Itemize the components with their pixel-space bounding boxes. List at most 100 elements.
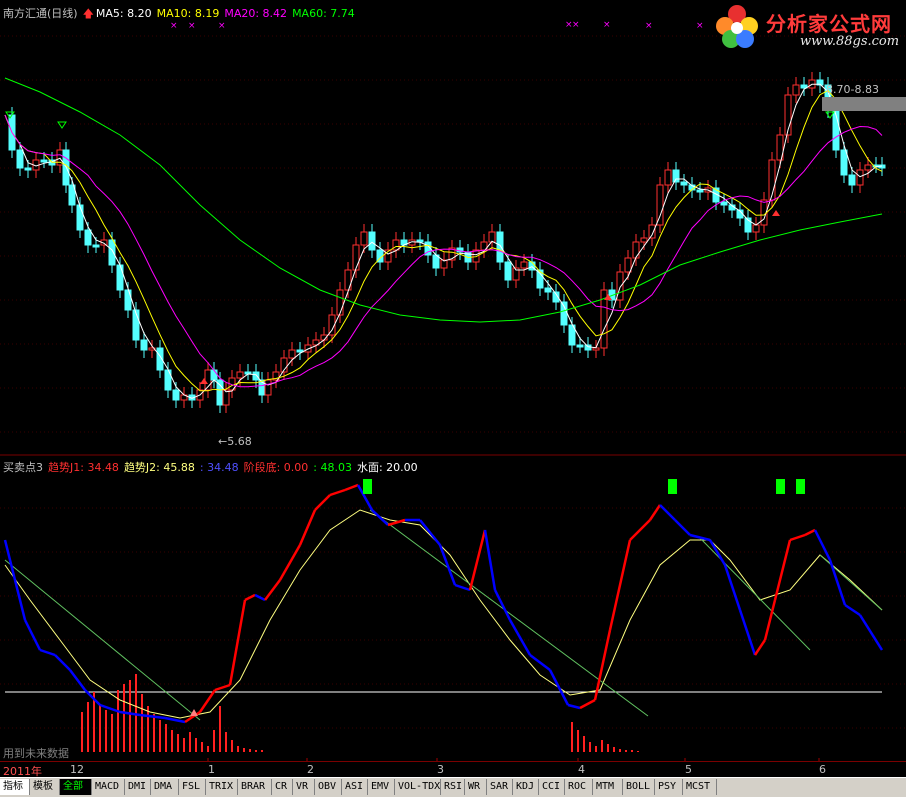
stock-chart-canvas[interactable]: × × × × × × × × [0, 0, 906, 796]
tab-指标[interactable]: 指标 [0, 779, 30, 795]
month-label: 6 [819, 763, 826, 776]
j1-line-segment [828, 559, 847, 606]
candle-body[interactable] [720, 201, 728, 206]
cross-marker: × [603, 20, 611, 30]
candle-body[interactable] [848, 174, 856, 186]
candle-body[interactable] [124, 289, 132, 311]
candle-body[interactable] [210, 369, 218, 381]
tab-wr[interactable]: WR [465, 779, 487, 795]
candle-body[interactable] [236, 371, 244, 379]
signal-markers: × × × × × × × × [5, 20, 835, 384]
candle-body[interactable] [616, 271, 624, 301]
range-label: 8.70-8.83 [826, 83, 879, 96]
indicator-header: 买卖点3 趋势J1: 34.48 趋势J2: 45.88: 34.48 阶段底: 0.… [3, 461, 423, 475]
j1-line-segment [438, 544, 457, 586]
top-signal-marker [796, 479, 805, 494]
tab-boll[interactable]: BOLL [623, 779, 655, 795]
candle-body[interactable] [752, 224, 760, 233]
histogram-bar [141, 694, 143, 752]
tab-macd[interactable]: MACD [92, 779, 125, 795]
tab-psy[interactable]: PSY [655, 779, 683, 795]
candle-body[interactable] [40, 159, 48, 163]
j1-value: 趋势J1: 34.48 [48, 461, 119, 474]
logo-flower-icon [716, 5, 758, 48]
cross-marker: × [645, 21, 653, 31]
candle-body[interactable] [624, 257, 632, 273]
candle-body[interactable] [856, 169, 864, 186]
tab-vr[interactable]: VR [293, 779, 315, 795]
candle-body[interactable] [352, 244, 360, 271]
tab-emv[interactable]: EMV [368, 779, 395, 795]
candle-body[interactable] [520, 261, 528, 269]
tab-cr[interactable]: CR [272, 779, 293, 795]
candle-body[interactable] [222, 389, 230, 406]
j1-line-segment [648, 504, 662, 521]
j1-line-segment [298, 509, 317, 546]
candle-body[interactable] [696, 189, 704, 193]
tab-sar[interactable]: SAR [487, 779, 513, 795]
j1-line-segment [344, 483, 359, 492]
tab-brar[interactable]: BRAR [238, 779, 272, 795]
candlesticks[interactable] [8, 72, 886, 413]
tab-dmi[interactable]: DMI [125, 779, 151, 795]
tab-fsl[interactable]: FSL [179, 779, 206, 795]
j1-line-segment [371, 509, 389, 526]
tab-asi[interactable]: ASI [342, 779, 368, 795]
candle-body[interactable] [288, 349, 296, 359]
j1-line-segment [54, 654, 71, 671]
candle-body[interactable] [108, 239, 116, 266]
candle-body[interactable] [92, 244, 100, 248]
histogram-bar [571, 722, 573, 752]
candle-body[interactable] [584, 344, 592, 351]
indicator-name: 买卖点3 [3, 461, 43, 474]
candle-body[interactable] [592, 347, 600, 351]
candle-body[interactable] [84, 229, 92, 246]
tab-rsi[interactable]: RSI [441, 779, 465, 795]
j1-line-segment [244, 593, 256, 602]
candle-body[interactable] [140, 339, 148, 351]
tab-obv[interactable]: OBV [315, 779, 342, 795]
candle-body[interactable] [680, 181, 688, 186]
candle-body[interactable] [116, 264, 124, 291]
candle-body[interactable] [392, 239, 400, 251]
candle-body[interactable] [648, 224, 656, 239]
candle-body[interactable] [664, 169, 672, 186]
candle-body[interactable] [792, 84, 800, 96]
tab-roc[interactable]: ROC [565, 779, 593, 795]
candle-body[interactable] [496, 231, 504, 263]
candle-body[interactable] [360, 231, 368, 246]
tab-模板[interactable]: 模板 [30, 779, 60, 795]
ma60-line [4, 77, 883, 323]
candle-body[interactable] [336, 289, 344, 316]
tab-cci[interactable]: CCI [539, 779, 565, 795]
candle-body[interactable] [252, 371, 260, 381]
candle-body[interactable] [672, 169, 680, 183]
candle-body[interactable] [368, 231, 376, 251]
candle-body[interactable] [864, 164, 872, 171]
tab-全部[interactable]: 全部 [60, 779, 92, 795]
candle-body[interactable] [264, 379, 272, 396]
tab-dma[interactable]: DMA [151, 779, 179, 795]
candle-body[interactable] [544, 287, 552, 293]
cross-marker: × [188, 21, 196, 31]
histogram-bar [129, 680, 131, 752]
sell-arrow-icon [57, 121, 67, 129]
candle-body[interactable] [24, 167, 32, 171]
tab-mcst[interactable]: MCST [683, 779, 717, 795]
top-signal-marker [776, 479, 785, 494]
tab-kdj[interactable]: KDJ [513, 779, 539, 795]
candle-body[interactable] [504, 261, 512, 281]
candle-body[interactable] [172, 389, 180, 401]
tab-trix[interactable]: TRIX [206, 779, 238, 795]
tab-vol-tdx[interactable]: VOL-TDX [395, 779, 441, 795]
candle-body[interactable] [840, 149, 848, 176]
candle-body[interactable] [76, 204, 84, 231]
candle-body[interactable] [632, 241, 640, 259]
candle-body[interactable] [576, 344, 584, 348]
candle-body[interactable] [656, 184, 664, 226]
indicator-panel[interactable] [3, 479, 884, 752]
tab-mtm[interactable]: MTM [593, 779, 623, 795]
candle-body[interactable] [488, 231, 496, 243]
candle-body[interactable] [640, 237, 648, 243]
candle-body[interactable] [16, 149, 24, 169]
